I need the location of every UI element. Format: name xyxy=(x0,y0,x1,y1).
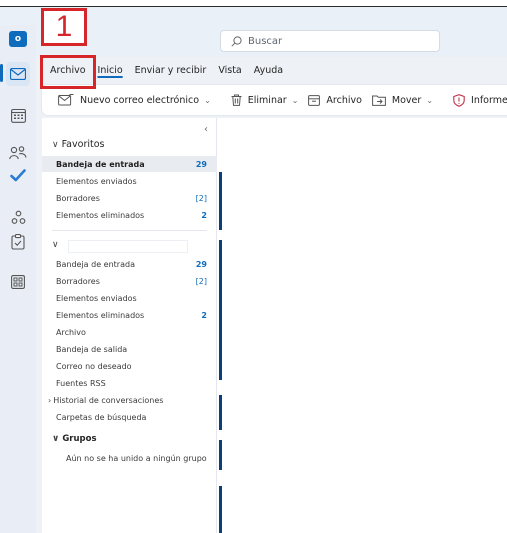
archive-button[interactable]: Archivo xyxy=(308,95,362,106)
pane-accent-bar xyxy=(219,172,222,230)
highlight-box-archivo xyxy=(40,55,96,89)
folder-item-favorites-deleted[interactable]: Elementos eliminados 2 xyxy=(42,207,217,223)
shield-icon xyxy=(453,93,465,107)
folder-pane: ‹ ∨ Favoritos Bandeja de entrada 29 Elem… xyxy=(42,118,217,533)
pane-accent-bar xyxy=(219,395,222,430)
folder-item-outbox[interactable]: Bandeja de salida xyxy=(42,341,217,357)
folder-item-sent[interactable]: Elementos enviados xyxy=(42,290,217,306)
report-button[interactable]: Informe ⌄ xyxy=(453,93,507,107)
message-list-pane xyxy=(217,118,507,533)
chevron-down-icon: ∨ xyxy=(52,434,60,444)
tab-vista[interactable]: Vista xyxy=(218,65,241,76)
folder-item-inbox[interactable]: Bandeja de entrada 29 xyxy=(42,256,217,272)
apps-icon[interactable] xyxy=(6,270,30,294)
collapse-pane-icon[interactable]: ‹ xyxy=(204,124,208,135)
move-button[interactable]: Mover ⌄ xyxy=(372,94,433,106)
folder-item-conversation-history[interactable]: › Historial de conversaciones xyxy=(42,392,217,408)
menu-bar: Archivo Inicio Enviar y recibir Vista Ay… xyxy=(36,57,507,83)
tab-ayuda[interactable]: Ayuda xyxy=(254,65,283,76)
tab-inicio[interactable]: Inicio xyxy=(98,65,123,76)
trash-icon xyxy=(231,94,242,106)
delete-button[interactable]: Eliminar ⌄ xyxy=(231,94,299,106)
todo-check-icon[interactable] xyxy=(6,163,30,187)
pane-accent-bar xyxy=(219,486,222,533)
mail-icon[interactable] xyxy=(6,62,30,86)
outlook-logo-icon: o xyxy=(9,31,27,47)
groups-empty-message: Aún no se ha unido a ningún grupo xyxy=(66,453,207,463)
folder-item-rss[interactable]: Fuentes RSS xyxy=(42,375,217,391)
folder-item-favorites-drafts[interactable]: Borradores [2] xyxy=(42,190,217,206)
folder-item-archive[interactable]: Archivo xyxy=(42,324,217,340)
step-number-badge: 1 xyxy=(41,8,87,46)
pane-accent-bar xyxy=(219,440,222,470)
chevron-down-icon: ⌄ xyxy=(291,95,299,105)
folder-item-favorites-inbox[interactable]: Bandeja de entrada 29 xyxy=(42,156,217,172)
rail-active-indicator xyxy=(0,64,3,82)
window-top-edge xyxy=(0,0,507,7)
calendar-icon[interactable] xyxy=(6,103,30,127)
search-box[interactable]: Buscar xyxy=(220,30,440,52)
folder-item-drafts[interactable]: Borradores [2] xyxy=(42,273,217,289)
groups-header[interactable]: ∨ Grupos xyxy=(52,434,97,444)
chevron-down-icon: ∨ xyxy=(52,139,59,150)
groups-icon[interactable] xyxy=(6,205,30,229)
new-mail-icon xyxy=(58,94,74,106)
tab-enviar-recibir[interactable]: Enviar y recibir xyxy=(135,65,207,76)
account-header[interactable]: ∨ xyxy=(52,240,62,250)
chevron-down-icon: ⌄ xyxy=(204,95,211,105)
folder-item-search-folders[interactable]: Carpetas de búsqueda xyxy=(42,409,217,425)
folder-item-deleted[interactable]: Elementos eliminados 2 xyxy=(42,307,217,323)
new-mail-button[interactable]: Nuevo correo electrónico ⌄ xyxy=(58,94,211,106)
search-placeholder: Buscar xyxy=(248,35,283,47)
clipboard-icon[interactable] xyxy=(6,230,30,254)
move-folder-icon xyxy=(372,95,386,106)
folder-item-favorites-sent[interactable]: Elementos enviados xyxy=(42,173,217,189)
people-icon[interactable] xyxy=(6,141,30,165)
favorites-header[interactable]: ∨ Favoritos xyxy=(52,139,104,150)
search-icon xyxy=(231,35,242,47)
folder-item-junk[interactable]: Correo no deseado xyxy=(42,358,217,374)
chevron-down-icon: ∨ xyxy=(52,240,59,250)
account-name-redacted xyxy=(68,240,188,253)
chevron-right-icon: › xyxy=(48,395,52,405)
pane-accent-bar xyxy=(219,240,222,380)
archive-icon xyxy=(308,94,321,106)
section-divider xyxy=(52,230,207,231)
chevron-down-icon: ⌄ xyxy=(426,95,434,105)
ribbon-toolbar: Nuevo correo electrónico ⌄ Eliminar ⌄ Ar… xyxy=(42,85,507,115)
